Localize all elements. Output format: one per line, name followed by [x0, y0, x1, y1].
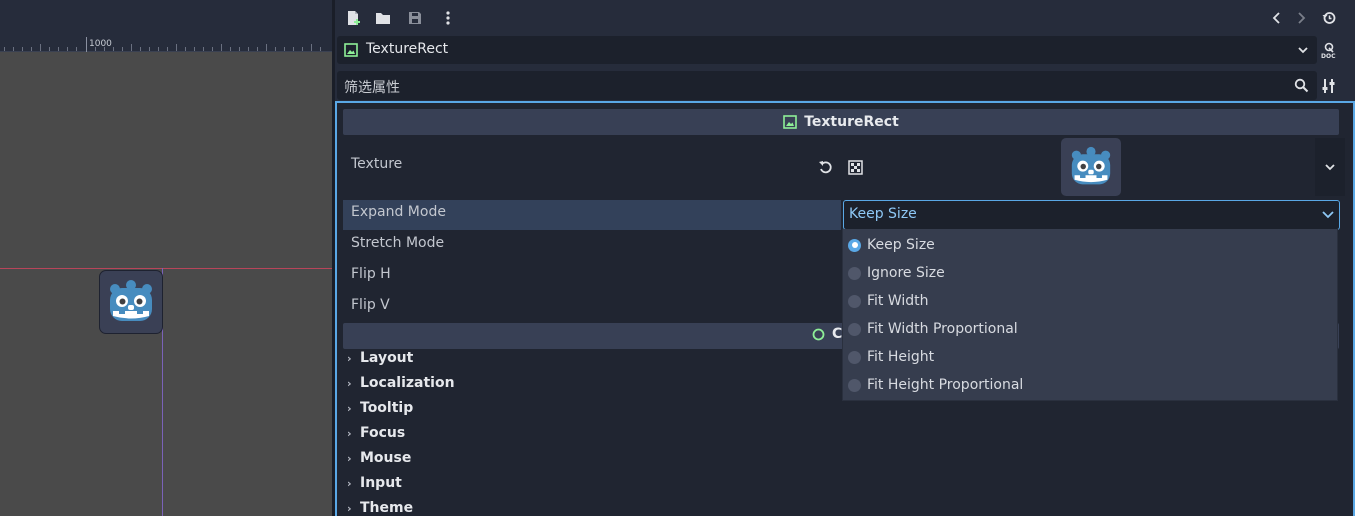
svg-text:DOC: DOC [1321, 53, 1336, 59]
radio-icon [848, 294, 861, 308]
radio-icon [848, 350, 861, 364]
recent-history-button[interactable] [1319, 8, 1339, 28]
expand-mode-value: Keep Size [849, 206, 917, 222]
history-back-button[interactable] [1267, 8, 1287, 28]
history-icon [1322, 12, 1336, 24]
section-theme[interactable]: › Theme [347, 500, 413, 516]
chevron-down-icon [1298, 47, 1308, 54]
new-resource-button[interactable] [343, 8, 363, 28]
chevron-right-icon: › [347, 351, 352, 365]
canvas-viewport[interactable]: 1000 [0, 0, 332, 516]
option-ignore-size[interactable]: Ignore Size [848, 262, 945, 284]
section-focus[interactable]: › Focus [347, 425, 405, 441]
chevron-right-icon [1298, 12, 1306, 24]
texture-rect-node[interactable] [99, 270, 163, 334]
folder-icon [376, 13, 390, 24]
chevron-down-icon [1325, 164, 1335, 171]
inspector-settings-button[interactable] [1319, 76, 1339, 96]
more-options-button[interactable] [438, 8, 458, 28]
revert-texture-button[interactable] [817, 159, 833, 175]
radio-icon [848, 378, 861, 392]
texture-rect-icon [344, 43, 358, 57]
filter-properties-input[interactable]: 筛选属性 [337, 71, 1317, 100]
option-fit-height-proportional[interactable]: Fit Height Proportional [848, 374, 1023, 396]
chevron-left-icon [1272, 12, 1280, 24]
option-fit-width[interactable]: Fit Width [848, 290, 929, 312]
class-header-title: TextureRect [804, 114, 899, 130]
object-selector[interactable]: TextureRect [337, 36, 1317, 64]
horizontal-ruler [0, 37, 332, 52]
ruler-label: 1000 [89, 39, 112, 49]
save-resource-button[interactable] [405, 8, 425, 28]
expand-mode-popup-menu: Keep Size Ignore Size Fit Width Fit Widt… [842, 229, 1338, 401]
doc-icon: DOC [1321, 42, 1336, 59]
property-stretch-mode-label: Stretch Mode [351, 235, 445, 251]
option-keep-size[interactable]: Keep Size [848, 234, 935, 256]
radio-icon [848, 266, 861, 280]
section-input[interactable]: › Input [347, 475, 402, 491]
new-file-icon [348, 11, 360, 25]
radio-selected-icon [848, 238, 861, 252]
godot-logo-icon [110, 280, 152, 321]
chevron-right-icon: › [347, 451, 352, 465]
property-expand-mode-label: Expand Mode [351, 204, 446, 220]
property-flip-h-label: Flip H [351, 266, 391, 282]
radio-icon [848, 322, 861, 336]
option-fit-width-proportional[interactable]: Fit Width Proportional [848, 318, 1018, 340]
save-icon [409, 12, 421, 24]
godot-logo-icon [1071, 146, 1111, 185]
property-texture-label: Texture [351, 156, 403, 172]
chevron-right-icon: › [347, 426, 352, 440]
section-localization[interactable]: › Localization [347, 375, 455, 391]
object-name: TextureRect [366, 41, 449, 57]
search-icon [1294, 78, 1309, 93]
chevron-right-icon: › [347, 401, 352, 415]
section-tooltip[interactable]: › Tooltip [347, 400, 413, 416]
history-forward-button[interactable] [1291, 8, 1311, 28]
chevron-down-icon [1322, 211, 1334, 219]
texture-preview[interactable] [1061, 138, 1121, 196]
open-resource-button[interactable] [373, 8, 393, 28]
chevron-right-icon: › [347, 476, 352, 490]
ruler-major-tick [86, 37, 87, 52]
texture-options-button[interactable] [1315, 138, 1345, 196]
open-documentation-button[interactable]: DOC [1319, 40, 1339, 60]
chevron-right-icon: › [347, 501, 352, 515]
viewport-toolbar-area [0, 0, 332, 37]
property-flip-v-label: Flip V [351, 297, 390, 313]
control-node-icon [812, 328, 825, 340]
texture-rect-icon [783, 115, 798, 129]
checkerboard-icon [847, 159, 863, 175]
option-fit-height[interactable]: Fit Height [848, 346, 934, 368]
filter-placeholder: 筛选属性 [344, 80, 400, 96]
reload-icon [818, 160, 832, 173]
section-layout[interactable]: › Layout [347, 350, 413, 366]
texture-checker-button[interactable] [847, 159, 863, 175]
tools-icon [1322, 79, 1335, 93]
horizontal-guide-line [0, 268, 332, 269]
chevron-right-icon: › [347, 376, 352, 390]
expand-mode-select[interactable]: Keep Size [843, 200, 1340, 230]
kebab-menu-icon [446, 11, 450, 25]
section-mouse[interactable]: › Mouse [347, 450, 411, 466]
class-header-texturerect: TextureRect [343, 109, 1339, 135]
